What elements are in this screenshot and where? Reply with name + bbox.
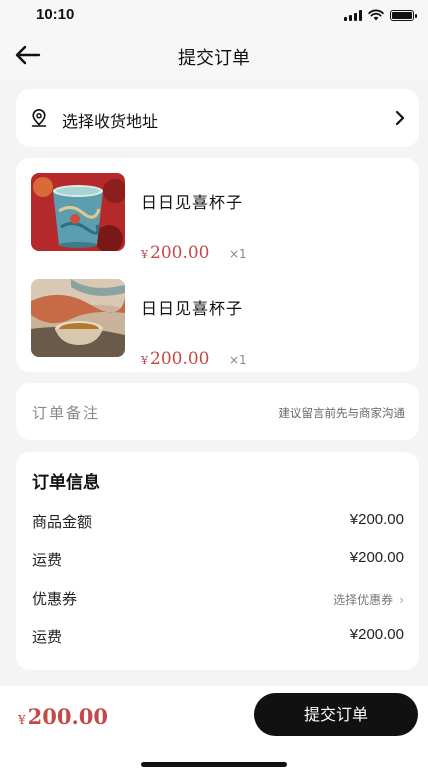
bottom-bar: ¥200.00 提交订单 xyxy=(0,686,428,773)
remark-label: 订单备注 xyxy=(32,404,101,422)
currency-symbol: ¥ xyxy=(141,248,148,261)
product-price: ¥200.00 xyxy=(141,349,209,369)
info-value: ¥200.00 xyxy=(349,511,404,528)
order-remark-field[interactable]: 订单备注 建议留言前先与商家沟通 xyxy=(16,383,419,440)
coupon-row[interactable]: 优惠券 选择优惠券 › xyxy=(32,588,404,610)
coupon-value: 选择优惠券 xyxy=(333,593,394,607)
chevron-right-icon: › xyxy=(399,593,404,607)
nav-bar: 提交订单 xyxy=(0,30,428,80)
product-list: 日日见喜杯子 ¥200.00 ×1 日日见喜杯子 ¥200.00 ×1 xyxy=(16,158,419,372)
product-price: ¥200.00 xyxy=(141,243,209,263)
address-label: 选择收货地址 xyxy=(62,112,159,131)
shipping-row: 运费 ¥200.00 xyxy=(32,626,404,648)
order-info-title: 订单信息 xyxy=(32,473,100,493)
list-item[interactable]: 日日见喜杯子 ¥200.00 ×1 xyxy=(16,279,419,369)
price-value: 200.00 xyxy=(150,349,210,369)
info-label: 运费 xyxy=(32,551,63,569)
info-label: 商品金额 xyxy=(32,513,93,531)
currency-symbol: ¥ xyxy=(18,713,26,727)
submit-order-button[interactable]: 提交订单 xyxy=(254,693,418,736)
product-image-tea-bowl xyxy=(31,279,125,357)
chevron-right-icon xyxy=(395,110,405,126)
order-info-card: 订单信息 商品金额 ¥200.00 运费 ¥200.00 优惠券 选择优惠券 › … xyxy=(16,452,419,670)
product-quantity: ×1 xyxy=(229,353,247,367)
info-value: ¥200.00 xyxy=(349,549,404,566)
goods-amount-row: 商品金额 ¥200.00 xyxy=(32,511,404,533)
cellular-signal-icon xyxy=(344,9,362,21)
address-selector[interactable]: 选择收货地址 xyxy=(16,89,419,147)
price-value: 200.00 xyxy=(150,243,210,263)
page-title: 提交订单 xyxy=(178,48,250,69)
info-label: 运费 xyxy=(32,628,63,646)
list-item[interactable]: 日日见喜杯子 ¥200.00 ×1 xyxy=(16,173,419,263)
total-price: ¥200.00 xyxy=(18,704,108,729)
battery-icon xyxy=(390,9,417,21)
status-icons xyxy=(344,9,417,21)
shipping-row: 运费 ¥200.00 xyxy=(32,549,404,571)
coupon-selector[interactable]: 选择优惠券 › xyxy=(333,591,404,608)
home-indicator xyxy=(141,762,287,767)
info-label: 优惠券 xyxy=(32,590,78,608)
product-quantity: ×1 xyxy=(229,247,247,261)
wifi-icon xyxy=(368,9,384,21)
currency-symbol: ¥ xyxy=(141,354,148,367)
product-name: 日日见喜杯子 xyxy=(141,193,244,212)
product-image-cup xyxy=(31,173,125,251)
total-value: 200.00 xyxy=(27,704,109,729)
remark-placeholder: 建议留言前先与商家沟通 xyxy=(278,406,406,420)
location-pin-icon xyxy=(31,109,47,127)
product-name: 日日见喜杯子 xyxy=(141,299,244,318)
status-bar: 10:10 xyxy=(0,0,428,30)
info-value: ¥200.00 xyxy=(349,626,404,643)
status-time: 10:10 xyxy=(36,6,75,23)
